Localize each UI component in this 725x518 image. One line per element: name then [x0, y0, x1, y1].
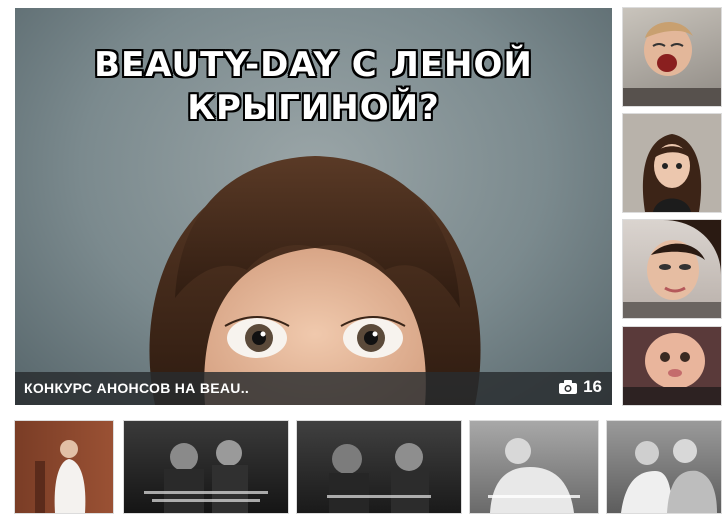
film-scene-2-illustration [327, 443, 431, 513]
photo-count-number: 16 [583, 377, 602, 396]
baby-face-illustration [623, 333, 721, 405]
thumbnail-girl-dark-hair[interactable] [623, 114, 721, 212]
film-scene-1-illustration [144, 440, 268, 513]
girl-dark-hair-illustration [642, 134, 702, 212]
thumbnail-crying-child[interactable] [623, 8, 721, 106]
crying-child-illustration [623, 21, 721, 106]
thumbnail-woman-makeup[interactable] [623, 220, 721, 318]
album-title[interactable]: КОНКУРС АНОНСОВ НА BEAU.. [24, 380, 249, 396]
photo-count[interactable]: 16 [559, 377, 602, 397]
thumbnail-bride[interactable] [15, 421, 113, 513]
bride-illustration [35, 440, 86, 513]
main-album-photo[interactable]: BEAUTY-DAY С ЛЕНОЙ КРЫГИНОЙ? КОНКУРС АНО… [15, 8, 612, 405]
thumbnail-film-scene-4[interactable] [607, 421, 721, 513]
woman-makeup-illustration [623, 220, 721, 318]
thumbnail-film-scene-3[interactable] [470, 421, 598, 513]
thumbnail-baby[interactable] [623, 327, 721, 405]
thumbnail-film-scene-1[interactable] [124, 421, 288, 513]
film-scene-4-illustration [621, 439, 717, 513]
album-caption-bar[interactable]: КОНКУРС АНОНСОВ НА BEAU.. 16 [15, 372, 612, 405]
camera-icon [559, 380, 578, 394]
film-scene-3-illustration [488, 438, 580, 513]
meme-caption: BEAUTY-DAY С ЛЕНОЙ КРЫГИНОЙ? [94, 45, 533, 128]
thumbnail-film-scene-2[interactable] [297, 421, 461, 513]
